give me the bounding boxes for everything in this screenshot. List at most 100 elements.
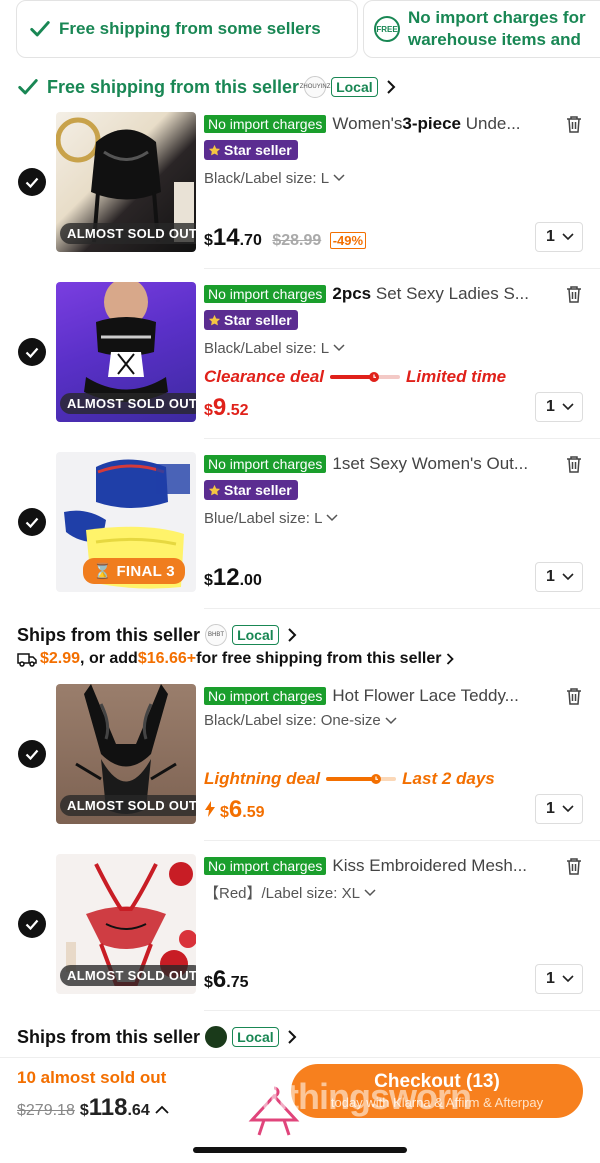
cart-item: ALMOST SOLD OUT No import charges Hot Fl… [0,684,600,844]
deal-time: Limited time [406,367,507,386]
chevron-right-icon [287,1030,297,1044]
quantity-value: 1 [546,568,555,585]
item-price: $9.52 [204,394,249,422]
chevron-down-icon [326,514,338,522]
product-title[interactable]: Kiss Embroidered Mesh... [332,856,540,876]
seller-header[interactable]: Ships from this seller Local [17,1026,297,1048]
product-image[interactable]: ALMOST SOLD OUT [56,684,196,824]
product-image[interactable]: ALMOST SOLD OUT [56,282,196,422]
price-dec: .59 [242,804,265,821]
no-import-charges-badge: No import charges [204,285,327,303]
chevron-down-icon [562,975,574,983]
title-text: 1set Sexy Women's Out... [332,454,529,473]
cart-item: ALMOST SOLD OUT No import charges 2pcs S… [0,282,600,442]
item-checkbox[interactable] [18,338,46,366]
star-seller-badge: Star seller [204,480,298,500]
checkout-subtext: today with Klarna & Affirm & Afterpay [330,1095,544,1110]
chevron-down-icon [562,233,574,241]
item-price: $12.00 [204,564,262,592]
order-total[interactable]: $279.18 $118.64 [17,1094,169,1122]
variant-label: Black/Label size: L [204,339,330,357]
local-tag: Local [331,77,378,97]
total-int: 118 [88,1094,128,1121]
quantity-selector[interactable]: 1 [535,794,583,824]
deal-progress-bar [330,372,401,382]
variant-selector[interactable]: Black/Label size: L [204,170,584,187]
title-text: Hot Flower Lace Teddy... [332,686,519,705]
currency: $ [204,232,213,249]
quantity-selector[interactable]: 1 [535,964,583,994]
check-icon [25,919,39,930]
almost-sold-out-badge: ALMOST SOLD OUT [60,223,196,244]
variant-selector[interactable]: 【Red】/Label size: XL [204,882,584,903]
lightning-deal-banner: Lightning deal Last 2 days [204,769,495,789]
chevron-down-icon [562,805,574,813]
seller-header[interactable]: Free shipping from this seller ZHOUYINZ … [17,76,396,98]
variant-label: Black/Label size: L [204,169,330,187]
checkout-button[interactable]: Checkout (13) today with Klarna & Affirm… [291,1064,583,1118]
quantity-value: 1 [546,800,555,817]
chevron-down-icon [364,888,376,896]
item-checkbox[interactable] [18,910,46,938]
seller-label: Ships from this seller [17,1026,201,1047]
trash-icon[interactable] [566,285,582,303]
chevron-right-icon [386,80,396,94]
check-icon [18,79,38,95]
no-import-charges-badge: No import charges [204,455,327,473]
quantity-selector[interactable]: 1 [535,392,583,422]
free-icon: FREE [374,16,400,42]
chip-label: Free shipping from some sellers [59,19,321,38]
star-seller-badge: Star seller [204,310,298,330]
trash-icon[interactable] [566,857,582,875]
trash-icon[interactable] [566,687,582,705]
item-price: $6.59 [204,796,265,824]
quantity-selector[interactable]: 1 [535,222,583,252]
check-icon [30,21,50,37]
title-text: Unde... [461,114,521,133]
item-checkbox[interactable] [18,508,46,536]
item-checkbox[interactable] [18,740,46,768]
truck-icon [17,653,37,667]
almost-sold-out-badge: ALMOST SOLD OUT [60,795,196,816]
product-image[interactable]: ⌛ FINAL 3 [56,452,196,592]
chip-label: No import charges for warehouse items an… [408,8,586,49]
product-title[interactable]: 2pcs Set Sexy Ladies S... [332,284,540,304]
product-title[interactable]: Hot Flower Lace Teddy... [332,686,540,706]
star-seller-label: Star seller [224,142,292,158]
star-seller-label: Star seller [224,312,292,328]
chevron-down-icon [385,716,397,724]
product-title[interactable]: Women's3-piece Unde... [332,114,540,134]
item-price: $14.70 $28.99 -49% [204,224,367,252]
price-int: 12 [212,564,240,591]
price-int: 6 [212,966,227,993]
star-icon [208,314,221,325]
no-import-charges-badge: No import charges [204,857,327,875]
home-indicator[interactable] [193,1147,407,1153]
seller-header[interactable]: Ships from this seller BHBT Local [17,624,297,646]
quantity-selector[interactable]: 1 [535,562,583,592]
product-image[interactable]: ALMOST SOLD OUT [56,112,196,252]
variant-selector[interactable]: Black/Label size: One-size [204,712,584,729]
seller-logo [205,1026,228,1048]
divider [204,268,600,269]
trash-icon[interactable] [566,115,582,133]
check-icon [25,749,39,760]
item-checkbox[interactable] [18,168,46,196]
quantity-value: 1 [546,398,555,415]
variant-selector[interactable]: Blue/Label size: L [204,510,584,527]
trash-icon[interactable] [566,455,582,473]
title-text: Set Sexy Ladies S... [371,284,529,303]
star-icon [208,484,221,495]
notice-text: , or add [80,650,138,667]
variant-selector[interactable]: Black/Label size: L [204,340,584,357]
free-shipping-chip[interactable]: Free shipping from some sellers [16,0,358,58]
discount-badge: -49% [329,232,367,249]
no-import-charges-chip[interactable]: FREE No import charges for warehouse ite… [363,0,600,58]
almost-sold-out-count: 10 almost sold out [17,1068,167,1087]
shipping-threshold-notice[interactable]: $2.99, or add $16.66+ for free shipping … [17,650,455,668]
product-title[interactable]: 1set Sexy Women's Out... [332,454,540,474]
cart-item: ⌛ FINAL 3 No import charges 1set Sexy Wo… [0,452,600,612]
price-int: 6 [228,796,243,823]
product-image[interactable]: ALMOST SOLD OUT [56,854,196,994]
filter-chips: Free shipping from some sellers FREE No … [0,0,600,62]
